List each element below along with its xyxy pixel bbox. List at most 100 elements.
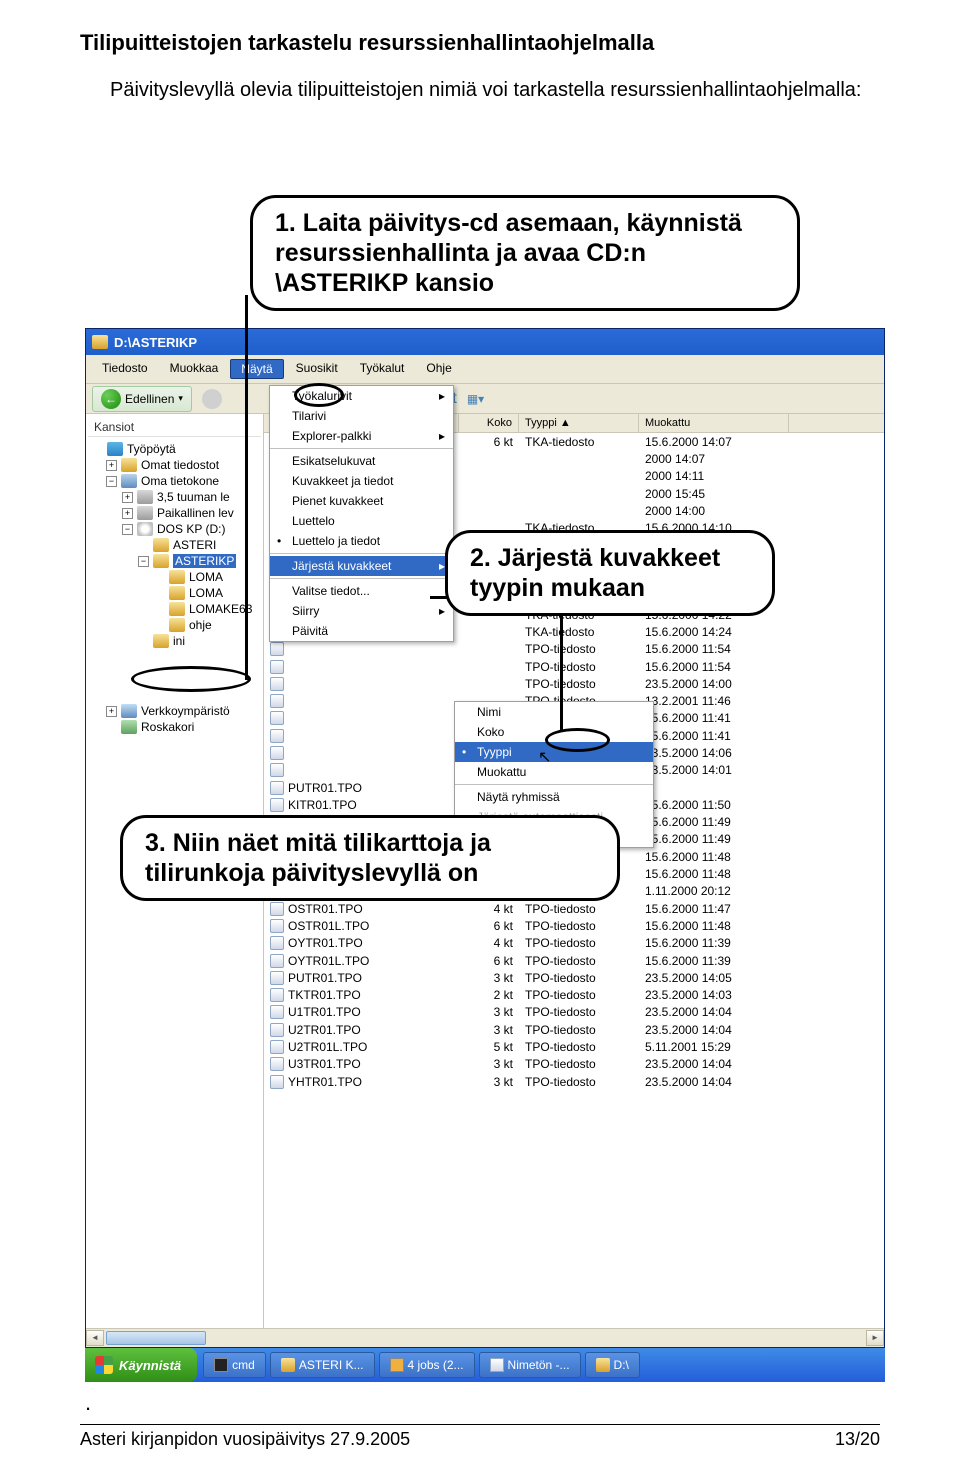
folder-icon	[169, 602, 185, 616]
file-row[interactable]: OYTR01.TPO4 ktTPO-tiedosto15.6.2000 11:3…	[264, 935, 884, 952]
tree-expander[interactable]: −	[106, 476, 117, 487]
file-row[interactable]: TPO-tiedosto15.6.2000 11:54	[264, 641, 884, 658]
file-icon	[270, 902, 284, 916]
sort-menu-item[interactable]: Muokattu	[455, 762, 653, 782]
menu-näytä[interactable]: Näytä	[230, 359, 283, 379]
tree-item[interactable]: − DOS KP (D:)	[88, 521, 261, 537]
file-name: YHTR01.TPO	[288, 1075, 362, 1089]
callout-ellipse-menu	[294, 383, 344, 407]
tree-expander[interactable]: −	[122, 524, 133, 535]
forward-button[interactable]	[202, 389, 222, 409]
taskbar-button[interactable]: cmd	[203, 1352, 266, 1378]
view-menu-item[interactable]: Siirry	[270, 601, 453, 621]
tree-item[interactable]: Työpöytä	[88, 441, 261, 457]
tree-label: Työpöytä	[127, 442, 176, 456]
tree-item[interactable]: −ASTERIKP	[88, 553, 261, 569]
tree-item[interactable]: +Omat tiedostot	[88, 457, 261, 473]
tree-item[interactable]	[88, 649, 261, 667]
file-row[interactable]: OYTR01L.TPO6 ktTPO-tiedosto15.6.2000 11:…	[264, 952, 884, 969]
col-type[interactable]: Tyyppi ▲	[519, 414, 639, 432]
tree-expander[interactable]: −	[138, 556, 149, 567]
sort-menu-item[interactable]: Näytä ryhmissä	[455, 787, 653, 807]
view-menu-item[interactable]: Päivitä	[270, 621, 453, 641]
file-icon	[270, 919, 284, 933]
file-row[interactable]: U2TR01L.TPO5 ktTPO-tiedosto5.11.2001 15:…	[264, 1038, 884, 1055]
footer-right: 13/20	[835, 1429, 880, 1450]
tree-item[interactable]: +Verkkoympäristö	[88, 703, 261, 719]
file-row[interactable]: YHTR01.TPO3 ktTPO-tiedosto23.5.2000 14:0…	[264, 1073, 884, 1090]
file-date: 2000 15:45	[639, 487, 789, 501]
tree-item[interactable]: ini	[88, 633, 261, 649]
view-menu-item[interactable]: Valitse tiedot...	[270, 581, 453, 601]
taskbar-button[interactable]: Nimetön -...	[479, 1352, 581, 1378]
menu-tiedosto[interactable]: Tiedosto	[92, 359, 158, 379]
menu-ohje[interactable]: Ohje	[416, 359, 461, 379]
file-row[interactable]: TKTR01.TPO2 ktTPO-tiedosto23.5.2000 14:0…	[264, 987, 884, 1004]
file-row[interactable]: PUTR01.TPO3 ktTPO-tiedosto23.5.2000 14:0…	[264, 969, 884, 986]
tree-item[interactable]: ohje	[88, 617, 261, 633]
tree-item[interactable]: LOMAKE63	[88, 601, 261, 617]
window-titlebar[interactable]: D:\ASTERIKP	[86, 329, 884, 355]
tree-label: DOS KP (D:)	[157, 522, 225, 536]
menu-työkalut[interactable]: Työkalut	[350, 359, 415, 379]
file-name: OYTR01L.TPO	[288, 954, 369, 968]
horizontal-scrollbar[interactable]: ◄ ►	[86, 1328, 884, 1346]
file-date: 23.5.2000 14:04	[639, 1005, 789, 1019]
menubar[interactable]: TiedostoMuokkaaNäytäSuosikitTyökalutOhje	[86, 355, 884, 384]
col-modified[interactable]: Muokattu	[639, 414, 789, 432]
menu-suosikit[interactable]: Suosikit	[286, 359, 348, 379]
taskbar-button[interactable]: D:\	[585, 1352, 640, 1378]
back-button[interactable]: ← Edellinen ▾	[92, 386, 192, 412]
view-menu-item[interactable]: Tilarivi	[270, 406, 453, 426]
view-menu-item[interactable]: Luettelo ja tiedot	[270, 531, 453, 551]
sort-menu-item[interactable]: Nimi	[455, 702, 653, 722]
start-button[interactable]: Käynnistä	[85, 1348, 197, 1382]
tree-item[interactable]: −Oma tietokone	[88, 473, 261, 489]
back-label: Edellinen	[125, 392, 174, 406]
file-size: 6 kt	[459, 919, 519, 933]
view-menu-item[interactable]: Luettelo	[270, 511, 453, 531]
menu-muokkaa[interactable]: Muokkaa	[160, 359, 229, 379]
tree-expander[interactable]: +	[106, 706, 117, 717]
tree-item[interactable]: Roskakori	[88, 719, 261, 735]
tree-expander[interactable]: +	[122, 492, 133, 503]
views-dropdown[interactable]: ▦▾	[467, 392, 484, 406]
scroll-right-button[interactable]: ►	[866, 1330, 884, 1346]
file-row[interactable]: OSTR01.TPO4 ktTPO-tiedosto15.6.2000 11:4…	[264, 900, 884, 917]
folder-icon	[137, 490, 153, 504]
tree-item[interactable]: +Paikallinen lev	[88, 505, 261, 521]
taskbar-button[interactable]: ASTERI K...	[270, 1352, 375, 1378]
file-type: TPO-tiedosto	[519, 1023, 639, 1037]
file-row[interactable]: U2TR01.TPO3 ktTPO-tiedosto23.5.2000 14:0…	[264, 1021, 884, 1038]
file-date: 15.6.2000 11:48	[639, 867, 789, 881]
file-date: 23.5.2000 14:00	[639, 677, 789, 691]
tree-item[interactable]: LOMA	[88, 569, 261, 585]
view-menu-item[interactable]: Pienet kuvakkeet	[270, 491, 453, 511]
file-row[interactable]: U3TR01.TPO3 ktTPO-tiedosto23.5.2000 14:0…	[264, 1056, 884, 1073]
taskbar-buttons: cmdASTERI K... 4 jobs (2... Nimetön -...D:…	[201, 1352, 642, 1378]
tree-item[interactable]: ASTERI	[88, 537, 261, 553]
file-name: U2TR01L.TPO	[288, 1040, 367, 1054]
file-row[interactable]: U1TR01.TPO3 ktTPO-tiedosto23.5.2000 14:0…	[264, 1004, 884, 1021]
view-menu-item[interactable]: Järjestä kuvakkeet	[270, 556, 453, 576]
tree-expander[interactable]: +	[106, 460, 117, 471]
tree-item[interactable]: +3,5 tuuman le	[88, 489, 261, 505]
file-row[interactable]: TPO-tiedosto23.5.2000 14:00	[264, 675, 884, 692]
view-menu-item[interactable]: Explorer-palkki	[270, 426, 453, 446]
file-row[interactable]: OSTR01L.TPO6 ktTPO-tiedosto15.6.2000 11:…	[264, 917, 884, 934]
view-menu-dropdown[interactable]: TyökalurivitTilariviExplorer-palkkiEsika…	[269, 385, 454, 642]
tree-label: 3,5 tuuman le	[157, 490, 230, 504]
tree-expander[interactable]: +	[122, 508, 133, 519]
folder-icon	[121, 704, 137, 718]
view-menu-item[interactable]: Kuvakkeet ja tiedot	[270, 471, 453, 491]
file-size: 6 kt	[459, 435, 519, 449]
col-size[interactable]: Koko	[459, 414, 519, 432]
taskbar-button[interactable]: 4 jobs (2...	[379, 1352, 475, 1378]
file-row[interactable]: TPO-tiedosto15.6.2000 11:54	[264, 658, 884, 675]
scroll-thumb[interactable]	[106, 1331, 206, 1345]
tree-item[interactable]: LOMA	[88, 585, 261, 601]
scroll-left-button[interactable]: ◄	[86, 1330, 104, 1346]
view-menu-item[interactable]: Esikatselukuvat	[270, 451, 453, 471]
taskbar-label: 4 jobs (2...	[408, 1358, 464, 1372]
folder-icon	[137, 522, 153, 536]
